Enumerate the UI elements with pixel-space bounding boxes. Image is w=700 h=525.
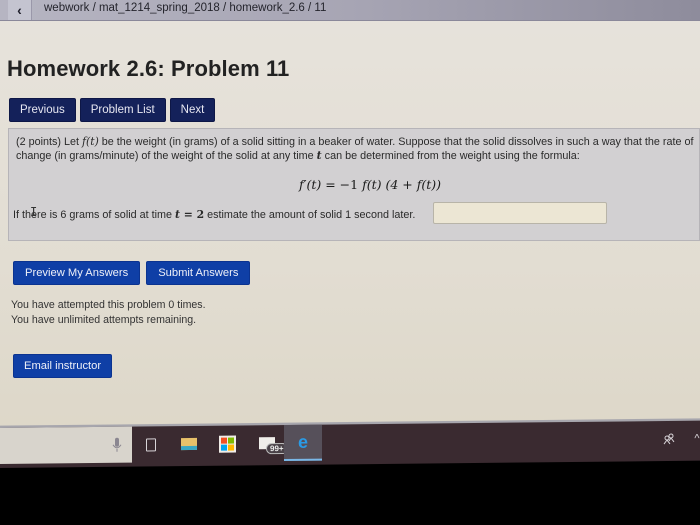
back-button[interactable]: ‹ bbox=[8, 0, 32, 20]
browser-viewport: ‹ webwork / mat_1214_spring_2018 / homew… bbox=[0, 0, 700, 440]
math-f-of-t: f(t) bbox=[82, 135, 99, 148]
problem-navigation: Previous Problem List Next bbox=[9, 98, 216, 122]
breadcrumb: webwork / mat_1214_spring_2018 / homewor… bbox=[44, 2, 327, 14]
chevron-left-icon: ‹ bbox=[17, 2, 22, 18]
formula-lhs: f′(t) bbox=[299, 177, 322, 192]
page-title: Homework 2.6: Problem 11 bbox=[7, 56, 290, 81]
answer-actions: Preview My Answers Submit Answers bbox=[13, 261, 251, 285]
next-button[interactable]: Next bbox=[169, 98, 216, 122]
problem-list-button[interactable]: Problem List bbox=[79, 98, 166, 122]
problem-text-part2: can be determined from the weight using … bbox=[321, 150, 580, 162]
file-explorer-icon[interactable] bbox=[180, 435, 198, 453]
people-icon[interactable] bbox=[660, 430, 678, 448]
question-eq: = 2 bbox=[180, 208, 205, 221]
answer-input[interactable] bbox=[433, 202, 607, 224]
question-post: estimate the amount of solid 1 second la… bbox=[204, 209, 416, 221]
preview-answers-button[interactable]: Preview My Answers bbox=[13, 261, 141, 285]
navigation-bar: ‹ webwork / mat_1214_spring_2018 / homew… bbox=[0, 0, 700, 21]
attempts-remaining-text: You have unlimited attempts remaining. bbox=[11, 314, 197, 326]
taskbar: 99+ e ^ bbox=[0, 420, 700, 468]
text-cursor-icon: I bbox=[30, 205, 38, 219]
formula-rhs: f(t) (4 + f(t)) bbox=[362, 177, 441, 192]
question-pre: If there is 6 grams of solid at time bbox=[13, 209, 176, 221]
previous-button[interactable]: Previous bbox=[9, 98, 76, 122]
edge-icon[interactable]: e bbox=[284, 424, 322, 462]
attempt-status: You have attempted this problem 0 times.… bbox=[11, 298, 206, 328]
task-view-icon[interactable] bbox=[142, 435, 160, 453]
submit-answers-button[interactable]: Submit Answers bbox=[146, 261, 251, 285]
formula-eq: = −1 bbox=[321, 177, 363, 192]
problem-body: (2 points) Let f(t) be the weight (in gr… bbox=[8, 128, 700, 241]
attempted-count-text: You have attempted this problem 0 times. bbox=[11, 299, 206, 311]
chevron-up-icon[interactable]: ^ bbox=[688, 430, 700, 448]
email-instructor-button[interactable]: Email instructor bbox=[13, 354, 113, 378]
edge-glyph: e bbox=[297, 431, 308, 452]
formula: f′(t) = −1 f(t) (4 + f(t)) bbox=[299, 177, 441, 192]
problem-statement: (2 points) Let f(t) be the weight (in gr… bbox=[16, 135, 696, 163]
store-icon[interactable] bbox=[218, 435, 236, 453]
microphone-icon[interactable] bbox=[108, 436, 126, 454]
question-text: If there is 6 grams of solid at time t =… bbox=[13, 208, 415, 221]
problem-points-text: (2 points) Let bbox=[16, 136, 83, 148]
